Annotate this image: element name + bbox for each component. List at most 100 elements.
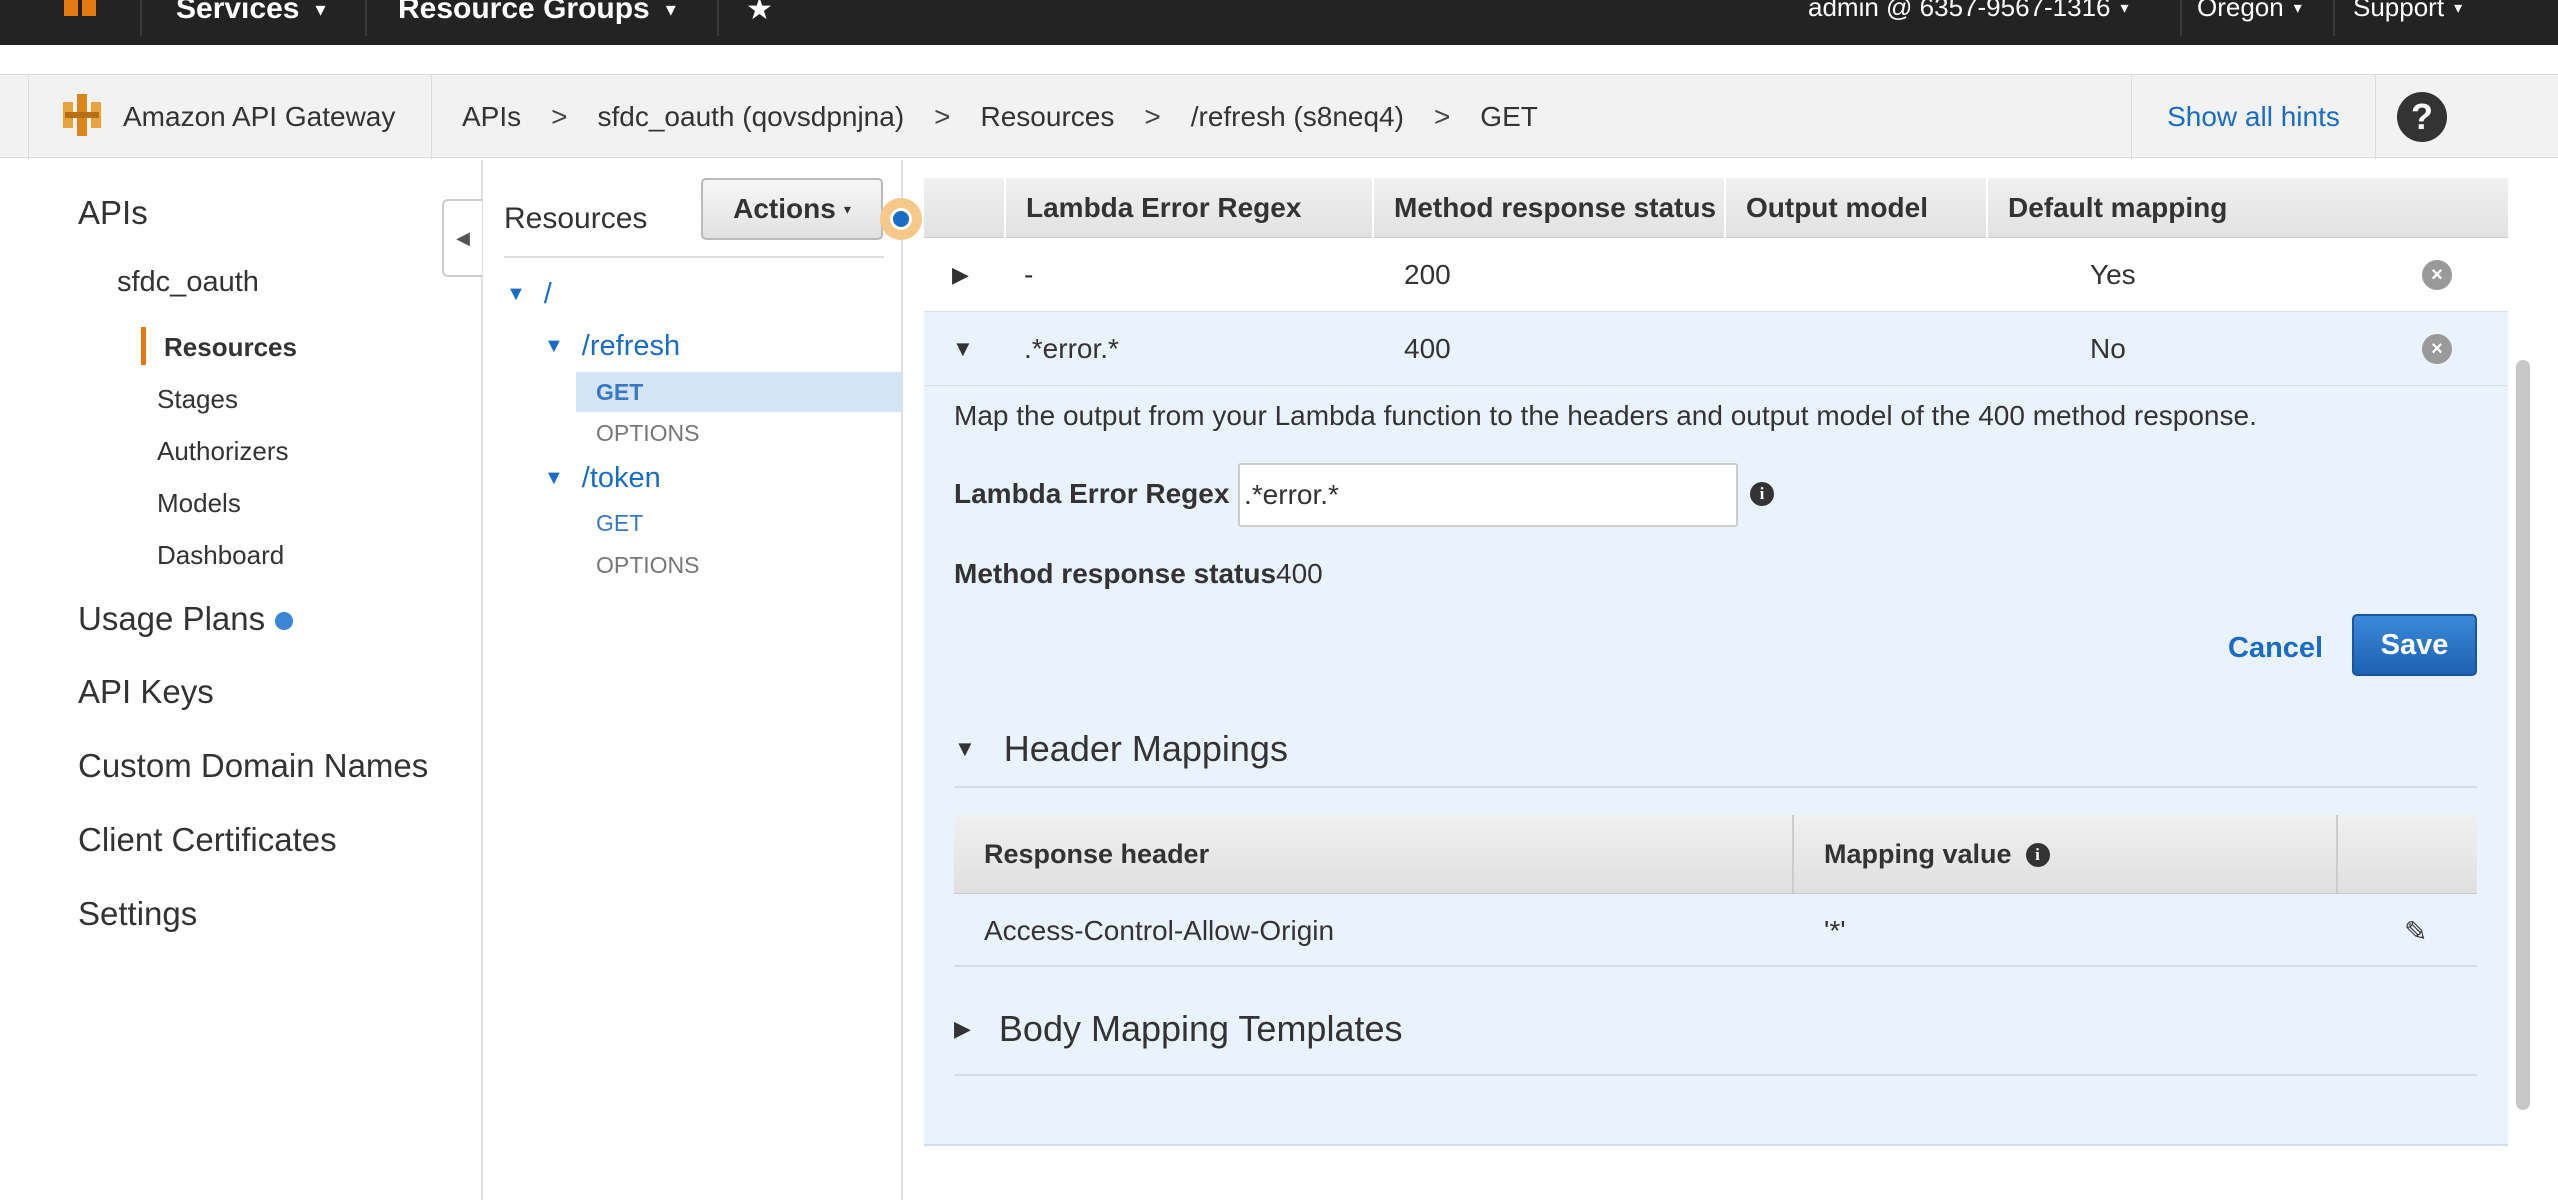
pin-star-icon[interactable]: ★ bbox=[746, 0, 773, 27]
show-all-hints-link[interactable]: Show all hints bbox=[2131, 75, 2376, 159]
save-button[interactable]: Save bbox=[2352, 614, 2477, 676]
active-indicator bbox=[141, 327, 146, 365]
top-navigation-bar: Services ▾ Resource Groups ▾ ★ admin @ 6… bbox=[0, 0, 2558, 45]
nav-divider bbox=[365, 0, 367, 36]
resources-panel: Resources Actions ▾ ▼ / ▼ /refresh GET O… bbox=[485, 160, 903, 1200]
support-menu[interactable]: Support ▾ bbox=[2353, 0, 2462, 23]
breadcrumb: APIs > sfdc_oauth (qovsdpnjna) > Resourc… bbox=[462, 75, 1538, 159]
cell-status: 400 bbox=[1404, 333, 1451, 364]
actions-label: Actions bbox=[733, 193, 836, 224]
sidebar-item-dashboard[interactable]: Dashboard bbox=[157, 540, 284, 571]
cell-default: Yes bbox=[2090, 259, 2136, 290]
section-title: Header Mappings bbox=[1003, 728, 1288, 769]
service-home-link[interactable]: Amazon API Gateway bbox=[28, 75, 432, 159]
breadcrumb-separator: > bbox=[934, 101, 951, 132]
column-header-mapping-value: Mapping value i bbox=[1794, 815, 2334, 894]
expand-triangle-icon: ▼ bbox=[544, 335, 564, 357]
sidebar-item-resources[interactable]: Resources bbox=[164, 332, 297, 363]
edit-pencil-icon[interactable]: ✎ bbox=[2404, 895, 2427, 967]
cancel-button[interactable]: Cancel bbox=[2228, 632, 2323, 665]
breadcrumb-api[interactable]: sfdc_oauth (qovsdpnjna) bbox=[598, 101, 905, 133]
support-label: Support bbox=[2353, 0, 2445, 22]
table-header: Lambda Error Regex Method response statu… bbox=[924, 178, 2508, 238]
divider bbox=[954, 1074, 2477, 1076]
table-row-expanded[interactable]: ▼ .*error.* 400 No × bbox=[924, 312, 2508, 386]
collapse-sidebar-icon[interactable]: ◀ bbox=[442, 199, 482, 277]
resource-groups-menu[interactable]: Resource Groups ▾ bbox=[398, 0, 676, 26]
left-sidebar: APIs sfdc_oauth Resources Stages Authori… bbox=[0, 160, 483, 1200]
status-label: Method response status bbox=[954, 558, 1277, 589]
sidebar-item-usage-plans[interactable]: Usage Plans bbox=[78, 600, 294, 638]
table-row[interactable]: ▶ - 200 Yes × bbox=[924, 238, 2508, 312]
new-feature-dot-icon bbox=[275, 612, 294, 631]
sidebar-item-authorizers[interactable]: Authorizers bbox=[157, 436, 289, 467]
column-header: Lambda Error Regex bbox=[1004, 178, 1372, 238]
sidebar-item-settings[interactable]: Settings bbox=[78, 895, 197, 933]
divider bbox=[504, 256, 884, 258]
header-mappings-toggle[interactable]: ▼ Header Mappings bbox=[954, 728, 1288, 770]
tree-method-refresh-get[interactable]: GET bbox=[576, 372, 903, 412]
tree-node-label: / bbox=[543, 278, 552, 310]
chevron-down-icon: ▾ bbox=[665, 0, 676, 21]
scrollbar[interactable] bbox=[2516, 360, 2530, 1110]
api-gateway-icon bbox=[59, 92, 105, 143]
sidebar-api-name[interactable]: sfdc_oauth bbox=[117, 266, 259, 299]
sidebar-item-client-certificates[interactable]: Client Certificates bbox=[78, 821, 337, 859]
tree-node-root[interactable]: ▼ / bbox=[506, 278, 552, 311]
services-menu[interactable]: Services ▾ bbox=[176, 0, 326, 26]
expand-triangle-icon[interactable]: ▶ bbox=[952, 238, 969, 312]
sidebar-item-stages[interactable]: Stages bbox=[157, 384, 238, 415]
service-name: Amazon API Gateway bbox=[123, 101, 396, 132]
sidebar-item-models[interactable]: Models bbox=[157, 488, 241, 519]
sidebar-item-apis[interactable]: APIs bbox=[78, 194, 148, 232]
account-menu[interactable]: admin @ 6357-9567-1316 ▾ bbox=[1808, 0, 2129, 23]
chevron-down-icon: ▾ bbox=[315, 0, 326, 21]
tree-node-token[interactable]: ▼ /token bbox=[544, 462, 661, 495]
cell-response-header: Access-Control-Allow-Origin bbox=[984, 915, 1335, 946]
breadcrumb-separator: > bbox=[1144, 101, 1161, 132]
regex-input[interactable] bbox=[1238, 463, 1738, 527]
tree-method-token-options[interactable]: OPTIONS bbox=[596, 552, 700, 579]
resources-title: Resources bbox=[504, 202, 648, 235]
hint-marker-icon[interactable] bbox=[880, 198, 922, 240]
column-header: Output model bbox=[1724, 178, 1986, 238]
content-fade bbox=[924, 1170, 2508, 1200]
column-header-label: Mapping value bbox=[1824, 839, 2012, 869]
aws-logo-icon[interactable] bbox=[60, 0, 108, 26]
regex-label: Lambda Error Regex bbox=[954, 478, 1230, 509]
remove-row-icon[interactable]: × bbox=[2422, 238, 2452, 312]
cell-regex: .*error.* bbox=[1024, 333, 1119, 364]
expand-triangle-icon: ▶ bbox=[954, 1016, 971, 1041]
info-icon[interactable]: i bbox=[2025, 842, 2050, 867]
tree-node-refresh[interactable]: ▼ /refresh bbox=[544, 330, 680, 363]
chevron-down-icon: ▾ bbox=[2293, 0, 2302, 17]
chevron-down-icon: ▾ bbox=[2120, 0, 2129, 17]
sidebar-item-api-keys[interactable]: API Keys bbox=[78, 673, 214, 711]
breadcrumb-method: GET bbox=[1480, 101, 1538, 132]
breadcrumb-separator: > bbox=[551, 101, 568, 132]
help-icon[interactable]: ? bbox=[2397, 92, 2447, 142]
tree-method-token-get[interactable]: GET bbox=[596, 510, 643, 537]
expand-triangle-icon: ▼ bbox=[506, 283, 526, 305]
breadcrumb-apis[interactable]: APIs bbox=[462, 101, 521, 133]
collapse-triangle-icon[interactable]: ▼ bbox=[952, 312, 974, 386]
detail-description: Map the output from your Lambda function… bbox=[954, 400, 2257, 431]
breadcrumb-separator: > bbox=[1433, 101, 1451, 132]
info-icon[interactable]: i bbox=[1750, 482, 1774, 506]
table-header: Response header Mapping value i bbox=[954, 815, 2477, 894]
remove-row-icon[interactable]: × bbox=[2422, 312, 2452, 386]
region-menu[interactable]: Oregon ▾ bbox=[2197, 0, 2302, 23]
cell-default: No bbox=[2090, 333, 2126, 364]
body-mapping-templates-toggle[interactable]: ▶ Body Mapping Templates bbox=[954, 1008, 1403, 1050]
actions-button[interactable]: Actions ▾ bbox=[701, 178, 883, 240]
column-header: Default mapping bbox=[1986, 178, 2294, 238]
nav-divider bbox=[140, 0, 142, 36]
collapse-triangle-icon: ▼ bbox=[954, 736, 976, 761]
divider bbox=[954, 786, 2477, 788]
breadcrumb-resources[interactable]: Resources bbox=[981, 101, 1115, 133]
sidebar-item-custom-domain-names[interactable]: Custom Domain Names bbox=[78, 747, 428, 785]
breadcrumb-resource[interactable]: /refresh (s8neq4) bbox=[1191, 101, 1404, 133]
tree-method-refresh-options[interactable]: OPTIONS bbox=[596, 420, 700, 447]
sidebar-item-label: Usage Plans bbox=[78, 600, 266, 637]
services-label: Services bbox=[176, 0, 300, 25]
